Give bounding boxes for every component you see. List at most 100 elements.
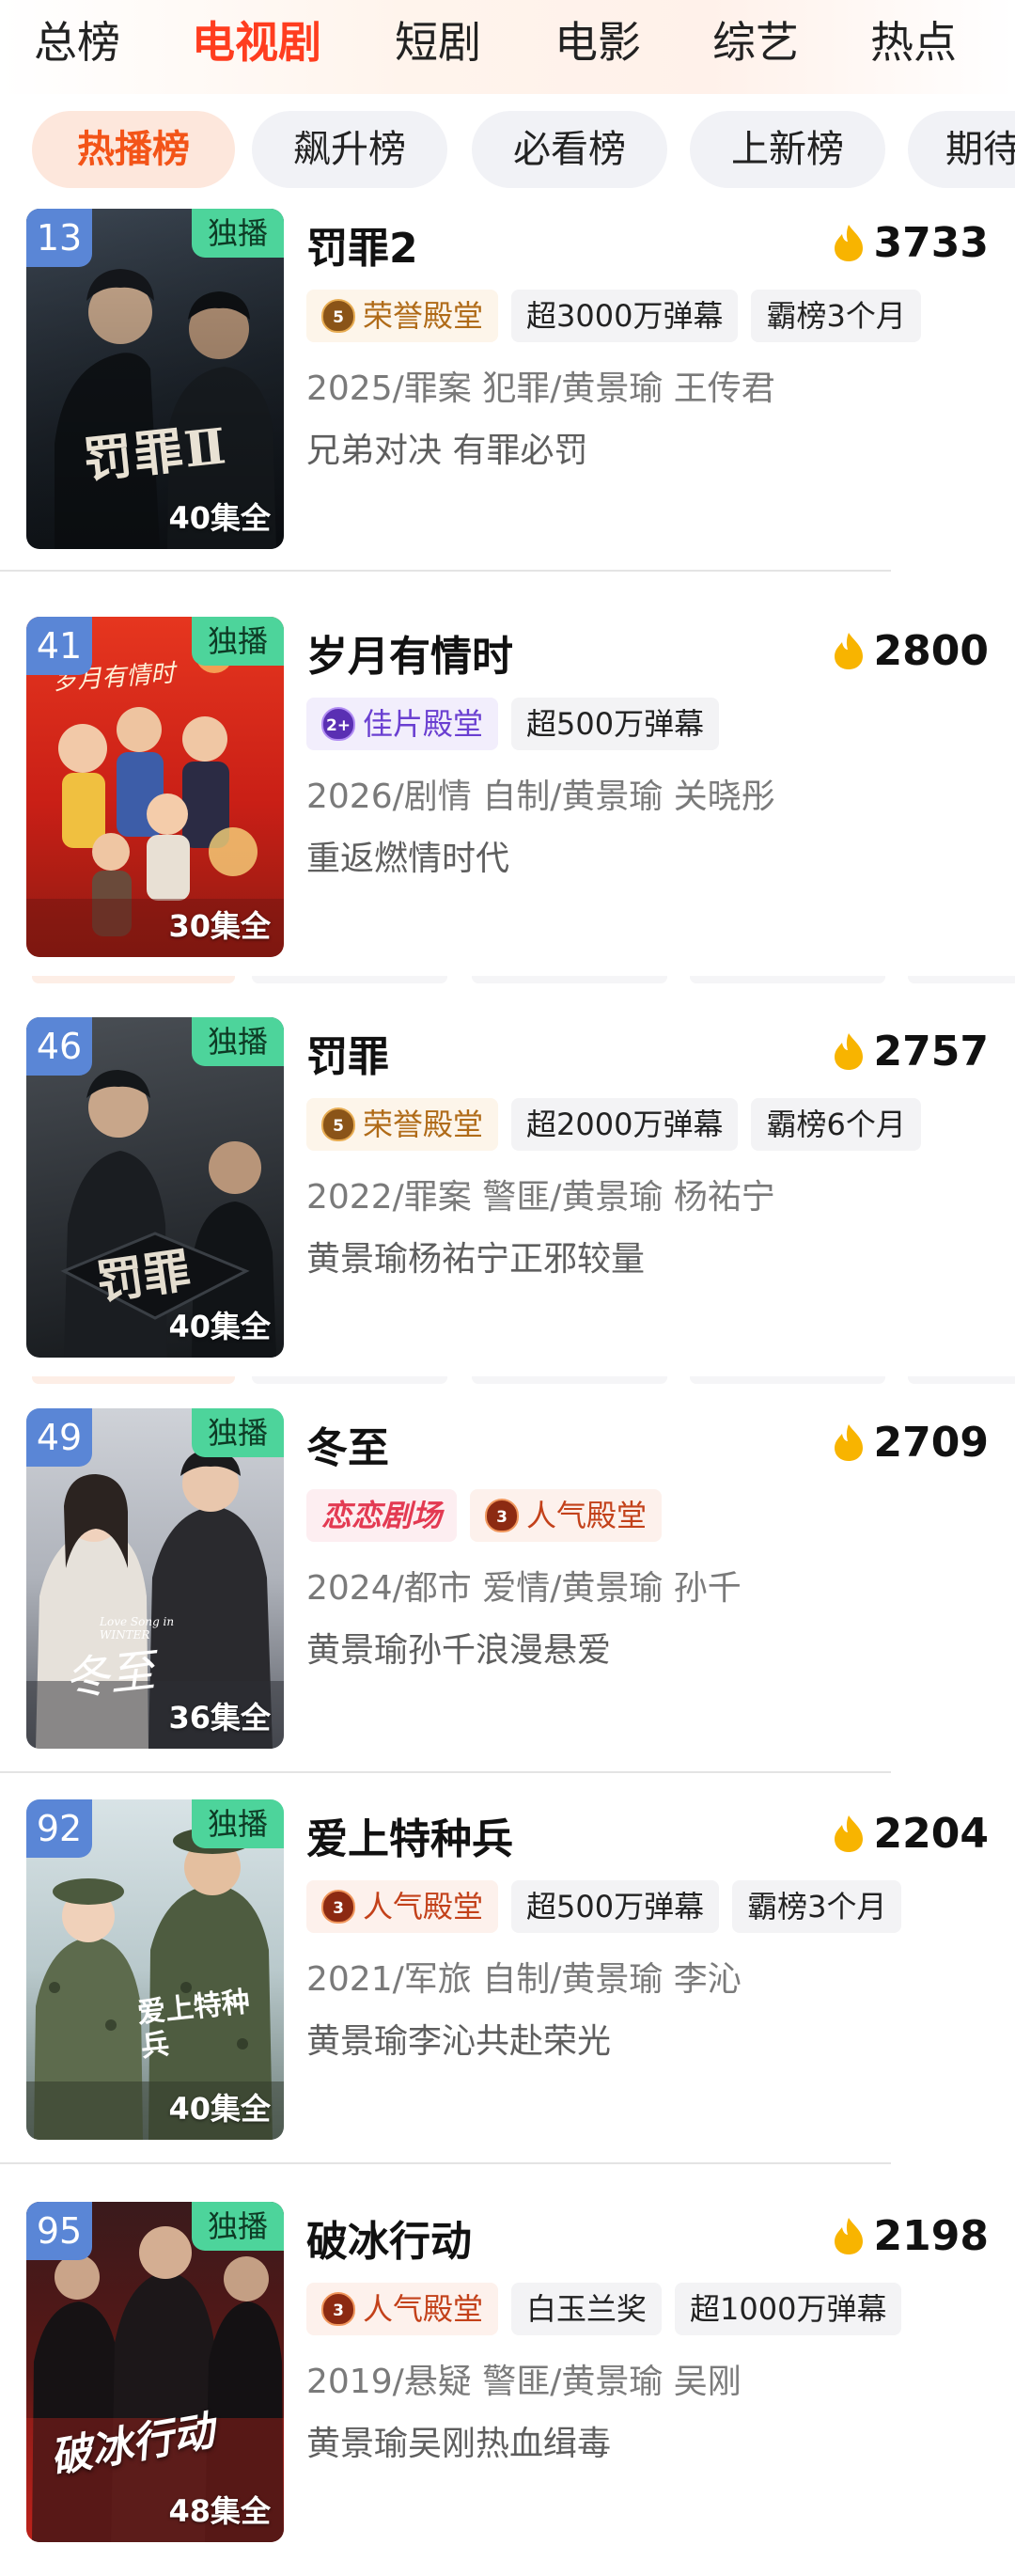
tab-variety[interactable]: 综艺 [712,11,799,73]
scroll-peek-strip [0,1376,1015,1386]
drama-card[interactable]: 罚罪Ⅱ 13 独播 40集全 罚罪2 3733 5 荣誉殿堂 超3000万弹幕 霸… [0,209,1015,549]
tag-row: 3 人气殿堂 超500万弹幕 霸榜3个月 [306,1880,902,1933]
divider [0,2162,891,2164]
episode-count: 36集全 [168,1700,271,1736]
exclusive-badge: 独播 [192,617,284,666]
episode-count: 40集全 [168,500,271,536]
tag-row: 恋恋剧场 3 人气殿堂 [306,1489,663,1542]
rank-badge: 95 [26,2202,92,2260]
danmaku-tag[interactable]: 超500万弹幕 [511,1880,720,1933]
episode-count: 48集全 [168,2493,271,2529]
theater-brand-tag[interactable]: 恋恋剧场 [306,1489,458,1542]
drama-card[interactable]: 爱上特种兵 92 独播 40集全 爱上特种兵 2204 3 人气殿堂 超500万弹… [0,1799,1015,2140]
exclusive-badge: 独播 [192,1799,284,1848]
medal-icon: 2+ [321,707,355,741]
drama-title[interactable]: 岁月有情时 [306,622,513,683]
poster[interactable]: 爱上特种兵 92 独播 40集全 [26,1799,284,2140]
rank-badge: 46 [26,1017,92,1076]
drama-description: 兄弟对决 有罪必罚 [306,432,588,470]
chip-hot-airing[interactable]: 热播榜 [32,111,235,188]
tag-label: 荣誉殿堂 [363,1107,484,1142]
honor-hall-tag[interactable]: 5 荣誉殿堂 [306,1098,499,1151]
drama-description: 黄景瑜李沁共赴荣光 [306,2022,612,2061]
drama-title[interactable]: 罚罪 [306,1023,389,1083]
exclusive-badge: 独播 [192,209,284,258]
heat-score: 2757 [833,1023,989,1079]
flame-icon [834,1424,863,1461]
tab-movie[interactable]: 电影 [554,11,641,73]
drama-title[interactable]: 爱上特种兵 [306,1805,513,1865]
drama-description: 重返燃情时代 [306,840,510,878]
exclusive-badge: 独播 [192,1017,284,1066]
chart-duration-tag[interactable]: 霸榜6个月 [751,1098,921,1151]
drama-card[interactable]: 冬至 Love Song in WINTER 49 独播 36集全 冬至 270… [0,1408,1015,1749]
popular-hall-tag[interactable]: 3 人气殿堂 [306,2283,499,2335]
poster-title-art: 冬至 [61,1644,158,1706]
danmaku-tag[interactable]: 超2000万弹幕 [511,1098,739,1151]
heat-score: 2198 [833,2207,989,2264]
heat-value: 2709 [873,1418,989,1467]
tag-label: 人气殿堂 [363,1889,484,1924]
drama-meta: 2026/剧情 自制/黄景瑜 关晓彤 [306,778,775,816]
medal-icon: 5 [321,1107,355,1141]
tag-row: 5 荣誉殿堂 超3000万弹幕 霸榜3个月 [306,290,921,342]
flame-icon [834,2218,863,2254]
scroll-peek-strip [0,976,1015,985]
tab-tv-series[interactable]: 电视剧 [192,11,321,73]
award-tag[interactable]: 白玉兰奖 [511,2283,663,2335]
medal-icon: 3 [321,2292,355,2326]
tab-trending[interactable]: 热点 [870,11,957,73]
heat-value: 2757 [873,1027,989,1076]
quality-hall-tag[interactable]: 2+ 佳片殿堂 [306,698,499,750]
poster[interactable]: 冬至 Love Song in WINTER 49 独播 36集全 [26,1408,284,1749]
drama-title[interactable]: 破冰行动 [306,2207,472,2268]
drama-meta: 2021/军旅 自制/黄景瑜 李沁 [306,1960,742,1999]
popular-hall-tag[interactable]: 3 人气殿堂 [470,1489,663,1542]
chip-anticipated[interactable]: 期待 [908,111,1015,188]
popular-hall-tag[interactable]: 3 人气殿堂 [306,1880,499,1933]
poster[interactable]: 罚罪Ⅱ 13 独播 40集全 [26,209,284,549]
drama-title[interactable]: 罚罪2 [306,214,418,275]
danmaku-tag[interactable]: 超1000万弹幕 [675,2283,902,2335]
danmaku-tag[interactable]: 超3000万弹幕 [511,290,739,342]
drama-meta: 2024/都市 爱情/黄景瑜 孙千 [306,1569,742,1608]
flame-icon [834,1033,863,1070]
chip-must-watch[interactable]: 必看榜 [472,111,667,188]
chart-duration-tag[interactable]: 霸榜3个月 [751,290,921,342]
drama-description: 黄景瑜杨祐宁正邪较量 [306,1240,646,1279]
heat-score: 2709 [833,1414,989,1470]
chip-new-release[interactable]: 上新榜 [690,111,885,188]
drama-meta: 2025/罪案 犯罪/黄景瑜 王传君 [306,369,775,408]
exclusive-badge: 独播 [192,1408,284,1457]
tab-overall[interactable]: 总榜 [34,11,120,73]
danmaku-tag[interactable]: 超500万弹幕 [511,698,720,750]
rank-badge: 13 [26,209,92,267]
poster[interactable]: 岁月有情时 41 独播 30集全 [26,617,284,957]
heat-score: 3733 [833,214,989,271]
episode-count: 30集全 [168,908,271,944]
rank-badge: 41 [26,617,92,675]
tag-row: 5 荣誉殿堂 超2000万弹幕 霸榜6个月 [306,1098,921,1151]
poster[interactable]: 破冰行动 95 独播 48集全 [26,2202,284,2542]
flame-icon [834,225,863,261]
poster-subtitle-art: Love Song in WINTER [100,1615,175,1641]
drama-description: 黄景瑜孙千浪漫悬爱 [306,1631,612,1670]
episode-count: 40集全 [168,2091,271,2127]
tag-label: 人气殿堂 [363,2291,484,2327]
chart-duration-tag[interactable]: 霸榜3个月 [732,1880,902,1933]
ranking-type-chips: 热播榜 飙升榜 必看榜 上新榜 期待 [0,111,1015,188]
drama-title[interactable]: 冬至 [306,1414,389,1474]
poster[interactable]: 罚罪 46 独播 40集全 [26,1017,284,1358]
drama-card[interactable]: 罚罪 46 独播 40集全 罚罪 2757 5 荣誉殿堂 超2000万弹幕 霸榜6… [0,1017,1015,1358]
drama-meta: 2019/悬疑 警匪/黄景瑜 吴刚 [306,2363,742,2401]
drama-card[interactable]: 岁月有情时 41 独播 30集全 岁月有情时 2800 2+ 佳片殿堂 超500万… [0,617,1015,957]
chip-rising[interactable]: 飙升榜 [252,111,447,188]
drama-card[interactable]: 破冰行动 95 独播 48集全 破冰行动 2198 3 人气殿堂 白玉兰奖 超10… [0,2202,1015,2542]
honor-hall-tag[interactable]: 5 荣誉殿堂 [306,290,499,342]
tab-short-drama[interactable]: 短剧 [395,11,481,73]
heat-score: 2204 [833,1805,989,1861]
rank-badge: 49 [26,1408,92,1467]
poster-title-art: 爱上特种兵 [135,1985,252,2065]
rank-badge: 92 [26,1799,92,1858]
heat-value: 2204 [873,1809,989,1858]
